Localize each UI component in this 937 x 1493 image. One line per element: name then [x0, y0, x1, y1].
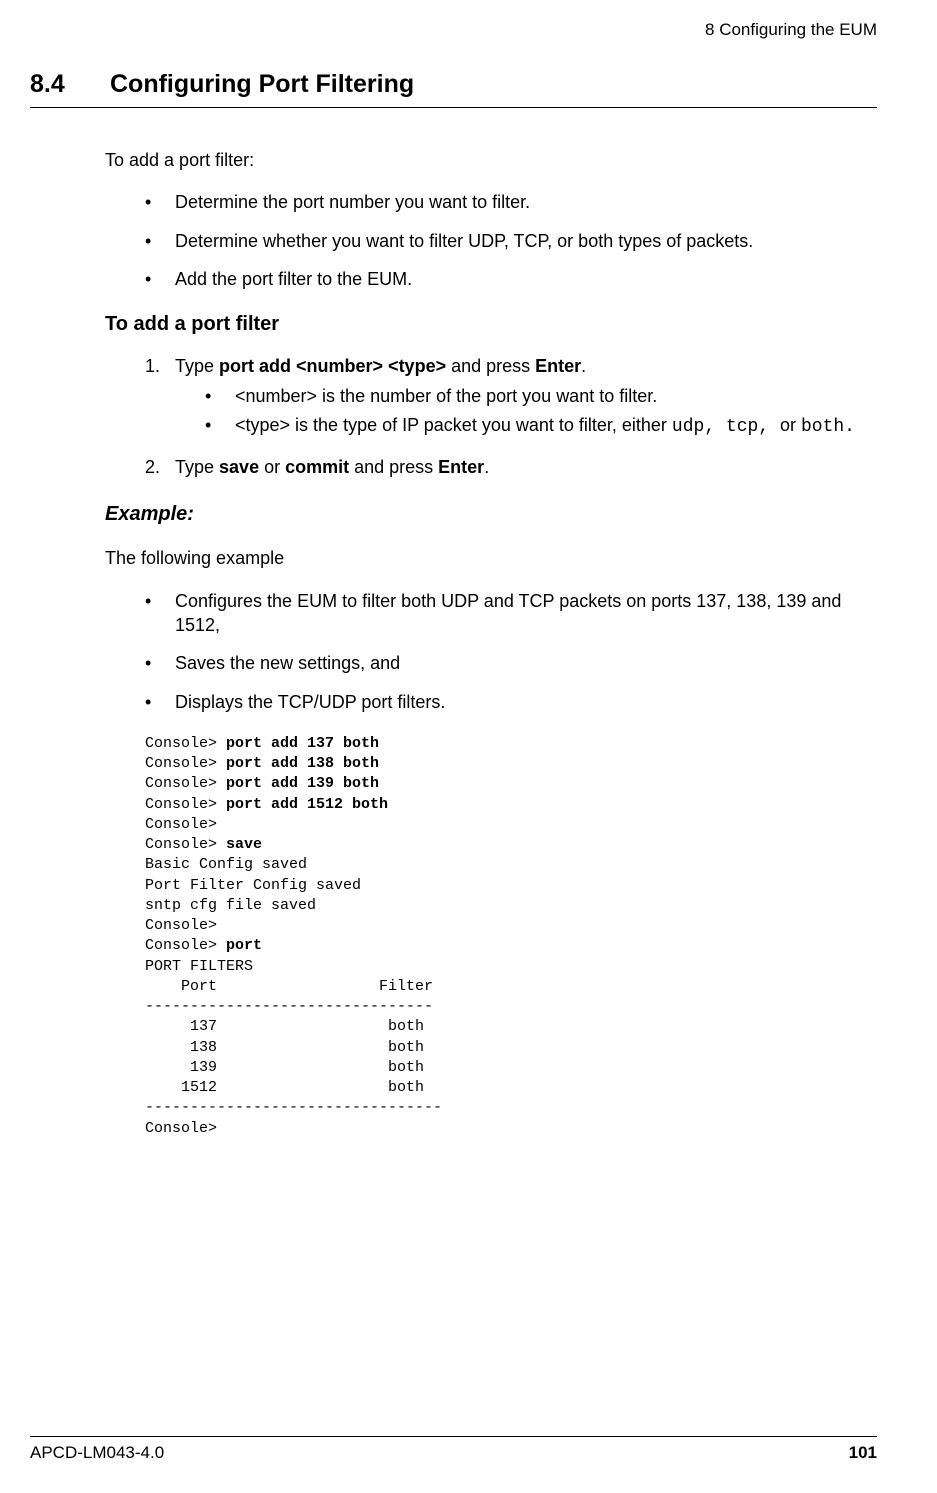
example-bullets: Configures the EUM to filter both UDP an…	[105, 589, 877, 714]
footer-doc-id: APCD-LM043-4.0	[30, 1443, 164, 1463]
page: 8 Configuring the EUM 8.4Configuring Por…	[0, 0, 937, 1493]
list-item: Determine whether you want to filter UDP…	[105, 229, 877, 253]
step-number: 2.	[145, 455, 160, 479]
sub-text: or	[780, 415, 801, 435]
step-text: Type	[175, 457, 219, 477]
step-cmd: commit	[285, 457, 349, 477]
intro-bullets: Determine the port number you want to fi…	[105, 190, 877, 291]
step-text: or	[259, 457, 285, 477]
footer: APCD-LM043-4.0 101	[30, 1436, 877, 1463]
step-text: Type	[175, 356, 219, 376]
step-2: 2. Type save or commit and press Enter.	[105, 455, 877, 479]
steps-list: 1. Type port add <number> <type> and pre…	[105, 354, 877, 479]
running-header: 8 Configuring the EUM	[30, 20, 877, 40]
footer-page-number: 101	[849, 1443, 877, 1463]
step-text: and press	[349, 457, 438, 477]
list-item: Displays the TCP/UDP port filters.	[105, 690, 877, 714]
title-rule	[30, 107, 877, 108]
step-text: .	[581, 356, 586, 376]
step-text: .	[484, 457, 489, 477]
list-item: <number> is the number of the port you w…	[175, 384, 877, 408]
mono-text: both.	[801, 417, 855, 437]
mono-text: udp, tcp,	[672, 417, 780, 437]
list-item: Add the port filter to the EUM.	[105, 267, 877, 291]
list-item: Determine the port number you want to fi…	[105, 190, 877, 214]
list-item: Configures the EUM to filter both UDP an…	[105, 589, 877, 638]
step-number: 1.	[145, 354, 160, 378]
example-intro: The following example	[105, 546, 877, 570]
section-title-text: Configuring Port Filtering	[110, 70, 414, 98]
section-number: 8.4	[30, 70, 110, 99]
intro-para: To add a port filter:	[105, 148, 877, 172]
console-output: Console> port add 137 both Console> port…	[145, 734, 877, 1139]
list-item: <type> is the type of IP packet you want…	[175, 413, 877, 439]
step-cmd: save	[219, 457, 259, 477]
sub-text: <number> is the number of the port you w…	[235, 386, 657, 406]
example-heading: Example:	[105, 501, 877, 528]
step-1: 1. Type port add <number> <type> and pre…	[105, 354, 877, 439]
step-key: Enter	[535, 356, 581, 376]
step-key: Enter	[438, 457, 484, 477]
sub-text: <type> is the type of IP packet you want…	[235, 415, 672, 435]
step-text: and press	[446, 356, 535, 376]
subheading: To add a port filter	[105, 311, 877, 338]
step-sub-list: <number> is the number of the port you w…	[175, 384, 877, 439]
body: To add a port filter: Determine the port…	[105, 148, 877, 1139]
section-heading: 8.4Configuring Port Filtering	[30, 70, 877, 99]
list-item: Saves the new settings, and	[105, 651, 877, 675]
step-cmd: port add <number> <type>	[219, 356, 446, 376]
